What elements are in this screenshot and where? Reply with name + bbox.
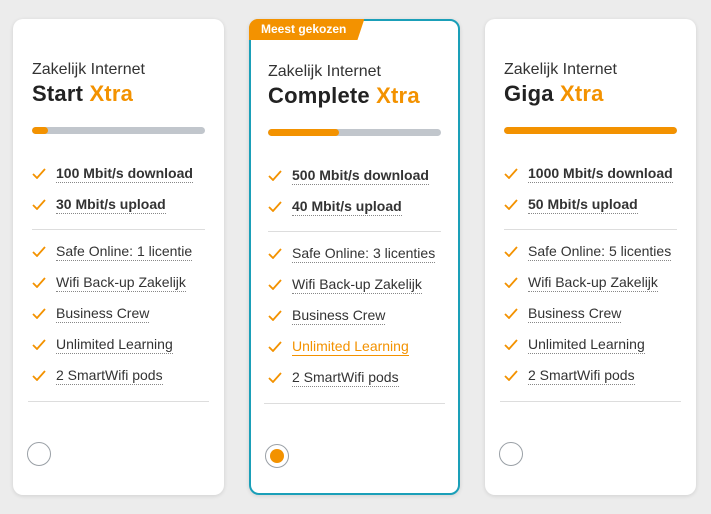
extra-safe-online: Safe Online: 5 licenties	[504, 236, 677, 267]
feature-download: 500 Mbit/s download	[268, 160, 441, 191]
radio-dot	[270, 449, 284, 463]
check-icon	[268, 310, 292, 321]
plan-product: Zakelijk Internet	[32, 61, 145, 78]
speed-bar-fill	[32, 127, 48, 134]
check-icon	[504, 339, 528, 350]
extra-wifi-backup: Wifi Back-up Zakelijk	[268, 269, 441, 300]
check-icon	[504, 277, 528, 288]
check-icon	[268, 248, 292, 259]
check-icon	[504, 246, 528, 257]
check-icon	[268, 170, 292, 181]
divider	[32, 229, 205, 230]
speed-bar-fill	[268, 129, 339, 136]
extra-safe-online: Safe Online: 1 licentie	[32, 236, 205, 267]
check-icon	[32, 339, 56, 350]
extra-unlimited-learning: Unlimited Learning	[504, 329, 677, 360]
plan-radio-selected[interactable]	[265, 444, 289, 468]
speed-bar	[504, 127, 677, 134]
check-icon	[32, 246, 56, 257]
extra-smartwifi-pods: 2 SmartWifi pods	[504, 360, 677, 391]
feature-upload: 30 Mbit/s upload	[32, 189, 205, 220]
plan-product: Zakelijk Internet	[268, 63, 381, 80]
speed-bar-fill	[504, 127, 677, 134]
feature-upload: 40 Mbit/s upload	[268, 191, 441, 222]
divider	[28, 401, 209, 402]
check-icon	[504, 370, 528, 381]
plan-card-start[interactable]: Zakelijk Internet Start Xtra 100 Mbit/s …	[13, 19, 224, 495]
extra-business-crew: Business Crew	[268, 300, 441, 331]
check-icon	[504, 199, 528, 210]
divider	[500, 401, 681, 402]
divider	[264, 403, 445, 404]
extra-wifi-backup: Wifi Back-up Zakelijk	[504, 267, 677, 298]
speed-bar	[32, 127, 205, 134]
extra-business-crew: Business Crew	[504, 298, 677, 329]
check-icon	[268, 341, 292, 352]
plan-name: Giga Xtra	[504, 81, 604, 106]
feature-download: 1000 Mbit/s download	[504, 158, 677, 189]
extra-smartwifi-pods: 2 SmartWifi pods	[32, 360, 205, 391]
check-icon	[504, 168, 528, 179]
extra-unlimited-learning: Unlimited Learning	[32, 329, 205, 360]
check-icon	[268, 372, 292, 383]
feature-upload: 50 Mbit/s upload	[504, 189, 677, 220]
check-icon	[32, 308, 56, 319]
extra-smartwifi-pods: 2 SmartWifi pods	[268, 362, 441, 393]
extra-business-crew: Business Crew	[32, 298, 205, 329]
check-icon	[268, 279, 292, 290]
check-icon	[268, 201, 292, 212]
plan-name: Complete Xtra	[268, 83, 420, 108]
extra-safe-online: Safe Online: 3 licenties	[268, 238, 441, 269]
extra-wifi-backup: Wifi Back-up Zakelijk	[32, 267, 205, 298]
plan-radio[interactable]	[27, 442, 51, 466]
extra-unlimited-learning: Unlimited Learning	[268, 331, 441, 362]
check-icon	[32, 199, 56, 210]
check-icon	[32, 370, 56, 381]
check-icon	[504, 308, 528, 319]
check-icon	[32, 168, 56, 179]
plan-product: Zakelijk Internet	[504, 61, 617, 78]
speed-bar	[268, 129, 441, 136]
plan-card-giga[interactable]: Zakelijk Internet Giga Xtra 1000 Mbit/s …	[485, 19, 696, 495]
check-icon	[32, 277, 56, 288]
divider	[504, 229, 677, 230]
plan-card-complete[interactable]: Meest gekozen Zakelijk Internet Complete…	[249, 19, 460, 495]
divider	[268, 231, 441, 232]
feature-download: 100 Mbit/s download	[32, 158, 205, 189]
plan-radio[interactable]	[499, 442, 523, 466]
unlimited-learning-link[interactable]: Unlimited Learning	[292, 338, 409, 356]
plan-name: Start Xtra	[32, 81, 134, 106]
